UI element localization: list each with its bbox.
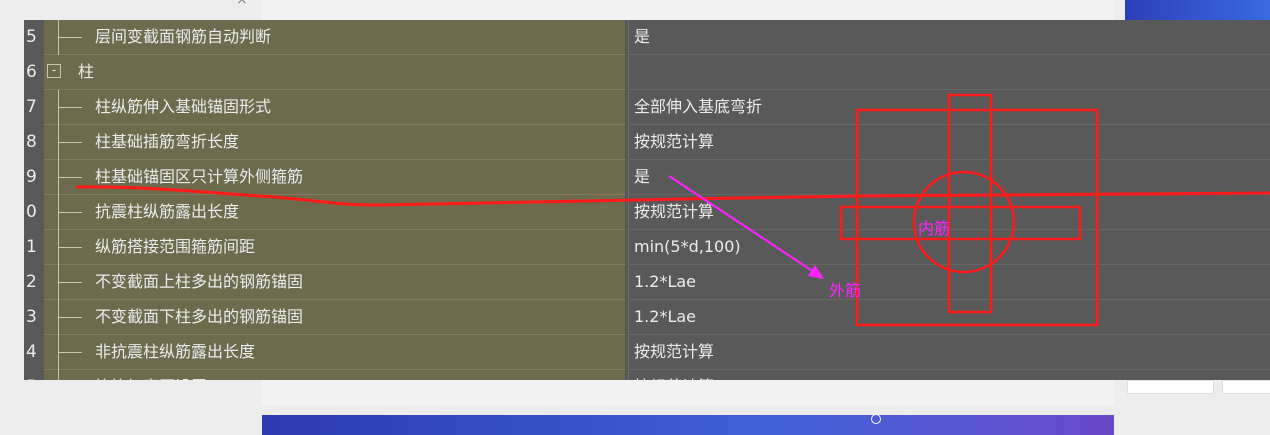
horizontal-rebar-box [839,205,1082,241]
outer-rebar-label: 外筋 [829,281,861,300]
outer-rebar-box [855,108,1099,327]
vertical-rebar-box [947,93,993,314]
red-underline-stroke [75,185,1270,207]
inner-rebar-label: 内筋 [918,219,950,238]
outer-arrow-head [808,265,824,279]
annotation-layer: 内筋 外筋 [75,93,1270,327]
outer-arrow-line [668,175,821,277]
